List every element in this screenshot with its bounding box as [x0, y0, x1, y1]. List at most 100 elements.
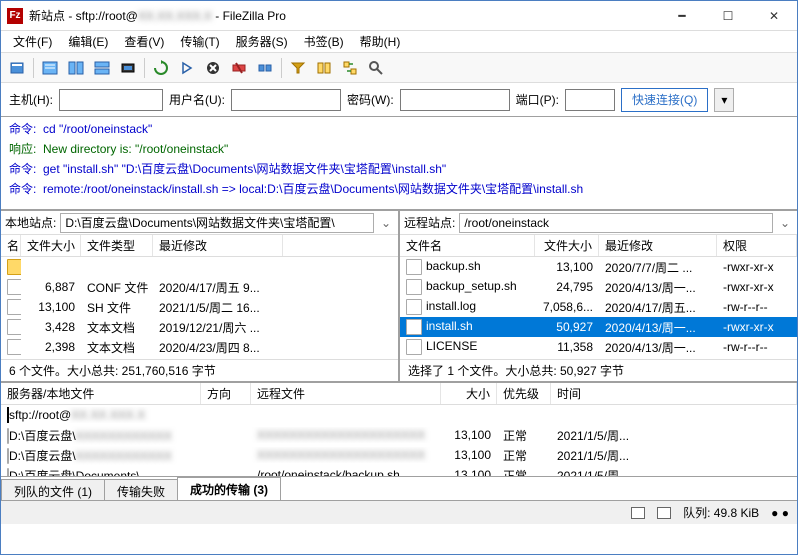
search-button[interactable] — [364, 56, 388, 80]
reconnect-button[interactable] — [253, 56, 277, 80]
file-panes: 本地站点: ⌄ 名 文件大小 文件类型 最近修改 6,887CONF 文件202… — [1, 211, 797, 383]
host-input[interactable] — [59, 89, 163, 111]
password-label: 密码(W): — [347, 91, 394, 108]
file-icon — [7, 279, 21, 295]
queue-tab[interactable]: 成功的传输 (3) — [177, 477, 281, 500]
menu-f[interactable]: 文件(F) — [5, 31, 60, 52]
remote-site-label: 远程站点: — [404, 214, 455, 231]
host-label: 主机(H): — [9, 91, 53, 108]
file-icon — [7, 428, 9, 444]
toggle-tree-button[interactable] — [64, 56, 88, 80]
col-size[interactable]: 文件大小 — [535, 235, 599, 256]
local-path-dropdown[interactable]: ⌄ — [378, 216, 394, 230]
sync-browse-button[interactable] — [338, 56, 362, 80]
list-item[interactable]: 3,428文本文档2019/12/21/周六 ... — [1, 317, 398, 337]
file-icon — [406, 259, 422, 275]
col-server-file[interactable]: 服务器/本地文件 — [1, 383, 201, 404]
menubar: 文件(F)编辑(E)查看(V)传输(T)服务器(S)书签(B)帮助(H) — [1, 31, 797, 53]
col-perm[interactable]: 权限 — [717, 235, 797, 256]
local-site-label: 本地站点: — [5, 214, 56, 231]
port-input[interactable] — [565, 89, 615, 111]
disconnect-button[interactable] — [227, 56, 251, 80]
file-icon — [406, 279, 422, 295]
col-name[interactable]: 文件名 — [400, 235, 535, 256]
log-line: 命令: cd "/root/oneinstack" — [9, 119, 789, 139]
site-manager-button[interactable] — [5, 56, 29, 80]
queue-tab[interactable]: 列队的文件 (1) — [1, 479, 105, 500]
port-label: 端口(P): — [516, 91, 559, 108]
col-priority[interactable]: 优先级 — [497, 383, 551, 404]
quickconnect-button[interactable]: 快速连接(Q) — [621, 88, 708, 112]
toggle-log-button[interactable] — [38, 56, 62, 80]
username-input[interactable] — [231, 89, 341, 111]
queue-item[interactable]: D:\百度云盘\XXXXXXXXXXXXXXXXXXXXXXXXXXXXXXXX… — [1, 425, 797, 445]
col-name[interactable]: 名 — [1, 235, 21, 256]
col-size[interactable]: 大小 — [441, 383, 497, 404]
list-item[interactable]: 13,100SH 文件2021/1/5/周二 16... — [1, 297, 398, 317]
toolbar — [1, 53, 797, 83]
refresh-button[interactable] — [149, 56, 173, 80]
remote-file-list[interactable]: 文件名 文件大小 最近修改 权限 backup.sh13,1002020/7/7… — [400, 235, 797, 359]
separator — [144, 58, 145, 78]
list-item[interactable]: backup.sh13,1002020/7/7/周二 ...-rwxr-xr-x — [400, 257, 797, 277]
folder-icon — [7, 259, 21, 275]
filter-button[interactable] — [286, 56, 310, 80]
col-direction[interactable]: 方向 — [201, 383, 251, 404]
queue-item[interactable]: D:\百度云盘\XXXXXXXXXXXXXXXXXXXXXXXXXXXXXXXX… — [1, 445, 797, 465]
maximize-button[interactable]: ☐ — [705, 1, 751, 31]
queue-tabs: 列队的文件 (1)传输失败成功的传输 (3) — [1, 477, 797, 501]
menu-b[interactable]: 书签(B) — [296, 31, 352, 52]
remote-pane: 远程站点: ⌄ 文件名 文件大小 最近修改 权限 backup.sh13,100… — [400, 211, 797, 381]
toggle-transfer-button[interactable] — [116, 56, 140, 80]
process-queue-button[interactable] — [175, 56, 199, 80]
remote-path-input[interactable] — [459, 213, 773, 233]
list-item[interactable]: 6,887CONF 文件2020/4/17/周五 9... — [1, 277, 398, 297]
quickconnect-dropdown[interactable]: ▾ — [714, 88, 734, 112]
queue-server[interactable]: sftp://root@XX.XX.XXX.X — [1, 405, 797, 425]
menu-t[interactable]: 传输(T) — [172, 31, 227, 52]
list-item[interactable]: 2,398文本文档2020/4/23/周四 8... — [1, 337, 398, 357]
log-line: 命令: remote:/root/oneinstack/install.sh =… — [9, 179, 789, 199]
menu-v[interactable]: 查看(V) — [116, 31, 172, 52]
separator — [281, 58, 282, 78]
col-time[interactable]: 时间 — [551, 383, 797, 404]
remote-status: 选择了 1 个文件。大小总共: 50,927 字节 — [400, 359, 797, 381]
password-input[interactable] — [400, 89, 510, 111]
status-icon — [631, 507, 645, 519]
menu-h[interactable]: 帮助(H) — [352, 31, 409, 52]
local-path-input[interactable] — [60, 213, 374, 233]
compare-button[interactable] — [312, 56, 336, 80]
close-button[interactable]: ✕ — [751, 1, 797, 31]
col-modified[interactable]: 最近修改 — [599, 235, 717, 256]
file-icon — [7, 448, 9, 464]
list-item[interactable]: backup_setup.sh24,7952020/4/13/周一...-rwx… — [400, 277, 797, 297]
list-item[interactable] — [1, 257, 398, 277]
toggle-queue-button[interactable] — [90, 56, 114, 80]
file-icon — [7, 339, 21, 355]
menu-e[interactable]: 编辑(E) — [60, 31, 116, 52]
list-item[interactable]: LICENSE11,3582020/4/13/周一...-rw-r--r-- — [400, 337, 797, 357]
remote-path-dropdown[interactable]: ⌄ — [777, 216, 793, 230]
col-size[interactable]: 文件大小 — [21, 235, 81, 256]
local-file-list[interactable]: 名 文件大小 文件类型 最近修改 6,887CONF 文件2020/4/17/周… — [1, 235, 398, 359]
quickconnect-bar: 主机(H): 用户名(U): 密码(W): 端口(P): 快速连接(Q) ▾ — [1, 83, 797, 117]
status-icon — [657, 507, 671, 519]
list-item[interactable]: install.sh50,9272020/4/13/周一...-rwxr-xr-… — [400, 317, 797, 337]
message-log[interactable]: 命令: cd "/root/oneinstack"响应: New directo… — [1, 117, 797, 211]
server-icon — [7, 407, 9, 423]
col-remote-file[interactable]: 远程文件 — [251, 383, 441, 404]
file-icon — [406, 339, 422, 355]
window-title: 新站点 - sftp://root@XX.XX.XXX.X - FileZill… — [29, 7, 659, 24]
cancel-button[interactable] — [201, 56, 225, 80]
app-icon: Fz — [7, 8, 23, 24]
queue-tab[interactable]: 传输失败 — [104, 479, 178, 500]
minimize-button[interactable]: ━ — [659, 1, 705, 31]
col-modified[interactable]: 最近修改 — [153, 235, 283, 256]
queue-size-label: 队列: 49.8 KiB — [683, 504, 759, 521]
separator — [33, 58, 34, 78]
queue-item[interactable]: D:\百度云盘\Documents\/root/oneinstack/backu… — [1, 465, 797, 476]
list-item[interactable]: install.log7,058,6...2020/4/17/周五...-rw-… — [400, 297, 797, 317]
menu-s[interactable]: 服务器(S) — [228, 31, 296, 52]
queue-body[interactable]: sftp://root@XX.XX.XXX.X D:\百度云盘\XXXXXXXX… — [1, 405, 797, 476]
col-type[interactable]: 文件类型 — [81, 235, 153, 256]
